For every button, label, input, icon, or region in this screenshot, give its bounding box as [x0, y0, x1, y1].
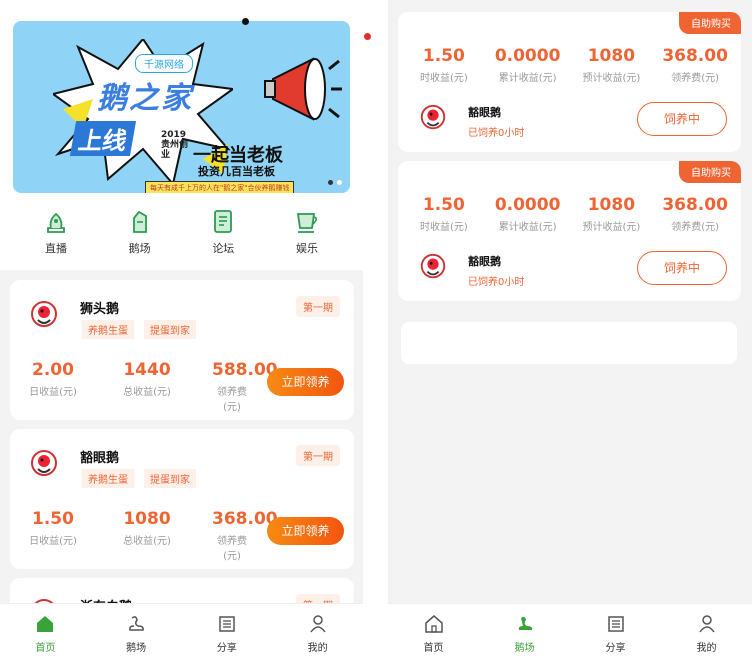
stat-expected: 1080 预计收益(元) [582, 46, 641, 84]
quick-nav-farm[interactable]: 鹅场 [115, 208, 165, 256]
user-icon [310, 615, 326, 633]
purchase-badge: 自助购买 [679, 161, 741, 183]
goose-card: 狮头鹅 第一期 养鹅生蛋 提蛋到家 2.00 日收益(元) 1440 总收益(元) … [10, 280, 354, 420]
tab-bar: 首页 鹅场 分享 我的 [388, 603, 752, 665]
goose-tags: 养鹅生蛋 提蛋到家 [82, 320, 196, 339]
banner-tag: 千源网络 [135, 54, 193, 73]
decor-dot [364, 33, 371, 40]
banner-pagination [328, 180, 342, 185]
quick-nav-label: 娱乐 [295, 242, 318, 255]
stat-daily: 2.00 日收益(元) [29, 360, 77, 398]
cup-icon [296, 213, 318, 233]
tab-label: 鹅场 [126, 643, 147, 654]
quick-nav-label: 论坛 [212, 242, 235, 255]
tab-label: 分享 [605, 643, 626, 654]
goose-avatar-icon [420, 104, 446, 130]
tag: 养鹅生蛋 [82, 469, 134, 488]
tab-label: 分享 [216, 643, 237, 654]
my-goose-card: 自助购买 1.50 时收益(元) 0.0000 累计收益(元) 1080 预计收益(元… [398, 12, 741, 152]
stat-daily: 1.50 日收益(元) [29, 509, 77, 547]
goose-card: 豁眼鹅 第一期 养鹅生蛋 提蛋到家 1.50 日收益(元) 1080 总收益(元) … [10, 429, 354, 569]
tab-share[interactable]: 分享 [182, 604, 273, 665]
user-icon [698, 615, 715, 633]
goose-avatar-icon [420, 253, 446, 279]
goose-tags: 养鹅生蛋 提蛋到家 [82, 469, 196, 488]
feeding-status: 已饲养0小时 [468, 128, 525, 139]
empty-card [401, 322, 737, 364]
adopt-button[interactable]: 立即领养 [267, 368, 344, 396]
share-icon [607, 616, 624, 632]
tag: 养鹅生蛋 [82, 320, 134, 339]
farm-icon [132, 210, 147, 233]
banner-year: 2019 贵州创业 [161, 130, 189, 160]
goose-name: 狮头鹅 [80, 302, 120, 317]
stat-fee: 368.00 领养费(元) [662, 46, 728, 84]
stat-hourly: 1.50 时收益(元) [419, 195, 468, 233]
adopt-button[interactable]: 立即领养 [267, 517, 344, 545]
tag: 提蛋到家 [144, 320, 196, 339]
stat-hourly: 1.50 时收益(元) [419, 46, 468, 84]
tab-label: 我的 [307, 643, 328, 654]
goose-stats: 2.00 日收益(元) 1440 总收益(元) 588.00 领养费(元) [24, 360, 278, 413]
tab-home[interactable]: 首页 [388, 604, 479, 665]
quick-nav-forum[interactable]: 论坛 [198, 208, 248, 256]
tab-home[interactable]: 首页 [0, 604, 91, 665]
tab-farm[interactable]: 鹅场 [479, 604, 570, 665]
tab-profile[interactable]: 我的 [272, 604, 363, 665]
goose-name: 豁眼鹅 [80, 451, 120, 466]
tab-profile[interactable]: 我的 [661, 604, 752, 665]
goose-icon [129, 616, 145, 631]
quick-nav: 直播 鹅场 论坛 娱乐 [14, 208, 349, 256]
stat-total: 1440 总收益(元) [123, 360, 171, 398]
share-icon [219, 616, 235, 632]
home-icon [424, 615, 443, 633]
stat-accumulated: 0.0000 累计收益(元) [494, 195, 561, 233]
goose-icon [518, 616, 532, 630]
period-badge: 第一期 [296, 445, 340, 466]
stat-expected: 1080 预计收益(元) [582, 195, 641, 233]
stat-fee: 368.00 领养费(元) [212, 509, 278, 562]
tab-farm[interactable]: 鹅场 [91, 604, 182, 665]
farm-screen: 自助购买 1.50 时收益(元) 0.0000 累计收益(元) 1080 预计收益(元… [388, 0, 752, 665]
tab-bar: 首页 鹅场 分享 我的 [0, 603, 363, 665]
goose-avatar-icon [31, 301, 57, 327]
stat-fee: 588.00 领养费(元) [212, 360, 278, 413]
banner-subtitle: 投资几百当老板 [198, 165, 275, 178]
tab-label: 我的 [696, 643, 717, 654]
stat-fee: 368.00 领养费(元) [662, 195, 728, 233]
tag: 提蛋到家 [144, 469, 196, 488]
megaphone-icon [264, 57, 342, 121]
purchase-badge: 自助购买 [679, 12, 741, 34]
quick-nav-label: 鹅场 [128, 242, 151, 255]
goose-stats: 1.50 时收益(元) 0.0000 累计收益(元) 1080 预计收益(元) 368… [398, 46, 741, 84]
quick-nav-entertainment[interactable]: 娱乐 [282, 208, 332, 256]
period-badge: 第一期 [296, 296, 340, 317]
stat-accumulated: 0.0000 累计收益(元) [494, 46, 561, 84]
quick-nav-label: 直播 [45, 242, 67, 255]
forum-icon [214, 210, 233, 233]
goose-name: 豁眼鹅 [468, 106, 501, 119]
home-screen: 千源网络 鹅之家 上线 2019 贵州创业 一起当老板 投资几百当老板 每天有成千… [0, 0, 363, 665]
tab-label: 首页 [35, 643, 56, 654]
home-icon [37, 616, 54, 632]
feeding-button[interactable]: 饲养中 [637, 102, 727, 136]
banner-online: 上线 [69, 121, 137, 156]
feeding-status: 已饲养0小时 [468, 277, 525, 288]
stat-total: 1080 总收益(元) [123, 509, 171, 547]
goose-avatar-icon [31, 450, 57, 476]
goose-stats: 1.50 日收益(元) 1080 总收益(元) 368.00 领养费(元) [24, 509, 278, 562]
tab-share[interactable]: 分享 [570, 604, 661, 665]
decor-dot [242, 18, 249, 25]
goose-name: 豁眼鹅 [468, 255, 501, 268]
tab-label: 首页 [423, 643, 444, 654]
goose-stats: 1.50 时收益(元) 0.0000 累计收益(元) 1080 预计收益(元) 368… [398, 195, 741, 233]
quick-nav-live[interactable]: 直播 [31, 208, 81, 256]
feeding-button[interactable]: 饲养中 [637, 251, 727, 285]
banner-brand: 鹅之家 [97, 81, 193, 116]
my-goose-card: 自助购买 1.50 时收益(元) 0.0000 累计收益(元) 1080 预计收益(元… [398, 161, 741, 301]
live-icon [47, 212, 65, 233]
banner-strip: 每天有成千上万的人在"鹅之家"合伙养鹅赚钱 [145, 181, 295, 193]
tab-label: 鹅场 [514, 643, 535, 654]
promo-banner[interactable]: 千源网络 鹅之家 上线 2019 贵州创业 一起当老板 投资几百当老板 每天有成千… [13, 21, 350, 193]
